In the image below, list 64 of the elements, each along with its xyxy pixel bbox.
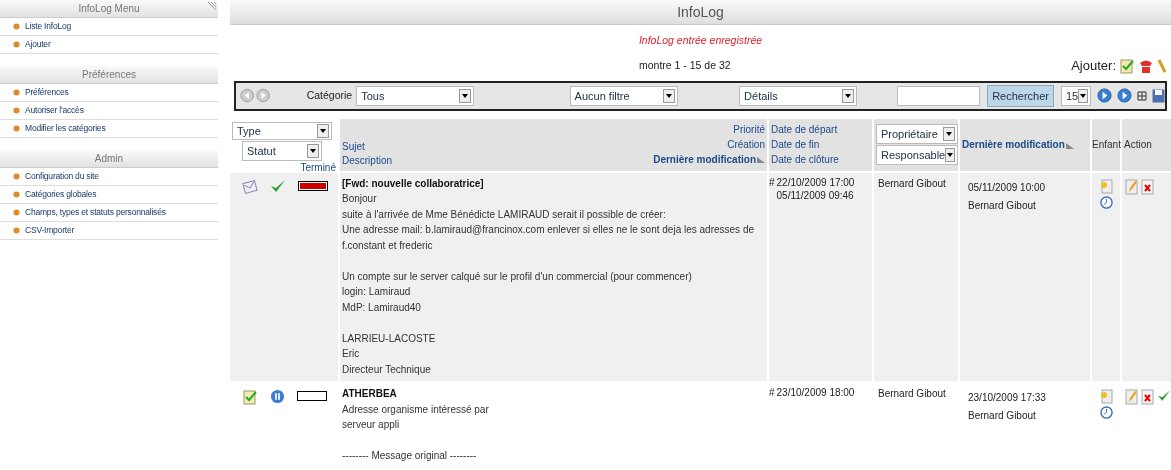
add-label: Ajouter: xyxy=(1071,57,1116,75)
modified-date: 23/10/2009 17:33 xyxy=(968,391,1047,406)
description-line: -------- Message original -------- xyxy=(342,449,478,464)
owner-text: Bernard Gibout xyxy=(878,177,946,189)
sidebar-item[interactable]: Configuration du site xyxy=(0,168,218,186)
action-column-header: Action xyxy=(1124,138,1152,153)
sidebar-item[interactable]: Catégories globales xyxy=(0,186,218,204)
details-select[interactable]: Détails xyxy=(739,85,857,106)
modified-date: 05/11/2009 10:00 xyxy=(968,180,1047,195)
sidebar-item[interactable]: Autoriser l'accès xyxy=(0,102,218,120)
search-button[interactable]: Rechercher xyxy=(987,84,1054,107)
description-line: Directeur Technique xyxy=(342,362,432,377)
subject-text: ATHERBEA xyxy=(342,387,398,402)
sidebar-item[interactable]: Champs, types et statuts personnalisés xyxy=(0,204,218,222)
modified-by: Bernard Gibout xyxy=(968,409,1037,424)
filter-select[interactable]: Aucun filtre xyxy=(569,85,678,106)
modified-column-header[interactable]: Dernière modification xyxy=(653,151,765,167)
description-line: MdP: Lamiraud40 xyxy=(342,300,422,315)
date-text: 22/10/2009 17:00 xyxy=(776,175,855,189)
description-column-header[interactable]: Description xyxy=(342,153,654,168)
description-line: serveur appli xyxy=(342,418,401,433)
sidebar-header: Admin xyxy=(0,150,218,168)
sidebar-item[interactable]: Modifier les catégories xyxy=(0,120,218,138)
owner-select[interactable]: Propriétaire xyxy=(876,124,958,145)
description-line: Un compte sur le server calqué sur le profil d'un commercial (pour commencer) xyxy=(342,269,693,284)
sidebar-item[interactable]: Préférences xyxy=(0,84,218,102)
title-bar: InfoLog xyxy=(230,0,1171,25)
sidebar-header: InfoLog Menu xyxy=(0,0,218,18)
sidebar-header: Préférences xyxy=(0,66,218,84)
description-line: Une adresse mail: b.lamiraud@francinox.com enlever si elles ne le sont deja les adresses de xyxy=(342,223,756,238)
created-column-header[interactable]: Création xyxy=(727,136,765,152)
date-text: 05/11/2009 09:46 xyxy=(776,188,855,202)
category-label: Catégorie xyxy=(306,87,353,103)
owner-text: Bernard Gibout xyxy=(878,388,946,400)
priority-text: # xyxy=(769,175,776,190)
type-select[interactable]: Type xyxy=(232,121,332,141)
status-select[interactable]: Statut xyxy=(242,141,322,162)
end-date-column-header[interactable]: Date de fin xyxy=(771,136,872,152)
start-date-column-header[interactable]: Date de départ xyxy=(771,121,872,137)
priority-text: # xyxy=(769,386,776,401)
sidebar-item[interactable]: CSV-Importer xyxy=(0,222,218,240)
description-line: Adresse organisme intéressé par xyxy=(342,402,490,417)
last-modified-column-header[interactable]: Dernière modification xyxy=(962,137,1074,153)
priority-column-header[interactable]: Priorité xyxy=(733,121,765,137)
description-line: login: Lamiraud xyxy=(342,285,412,300)
sidebar-item[interactable]: Liste InfoLog xyxy=(0,18,218,36)
modified-by: Bernard Gibout xyxy=(968,198,1037,213)
per-page-select[interactable]: 15 xyxy=(1061,85,1091,106)
subject-text: [Fwd: nouvelle collaboratrice] xyxy=(342,176,485,191)
done-column-header[interactable]: Terminé xyxy=(300,162,338,174)
description-line: Bonjour xyxy=(342,192,378,207)
description-line: LARRIEU-LACOSTE xyxy=(342,331,437,346)
responsible-select[interactable]: Responsable xyxy=(876,145,958,166)
status-message: InfoLog entrée enregistrée xyxy=(637,33,764,48)
subject-column-header[interactable]: Sujet xyxy=(342,139,654,154)
date-text: 23/10/2009 18:00 xyxy=(776,386,855,400)
record-count: montre 1 - 15 de 32 xyxy=(639,57,731,73)
description-line: f.constant et frederic xyxy=(342,238,434,253)
description-line: Eric xyxy=(342,347,361,362)
sidebar-item[interactable]: Ajouter xyxy=(0,36,218,54)
closed-date-column-header[interactable]: Date de clôture xyxy=(771,151,872,167)
child-column-header: Enfant xyxy=(1092,138,1121,153)
category-select[interactable]: Tous xyxy=(356,85,474,106)
description-line: suite à l'arrivée de Mme Bénédicte LAMIRAUD serait il possible de créer: xyxy=(342,207,667,222)
